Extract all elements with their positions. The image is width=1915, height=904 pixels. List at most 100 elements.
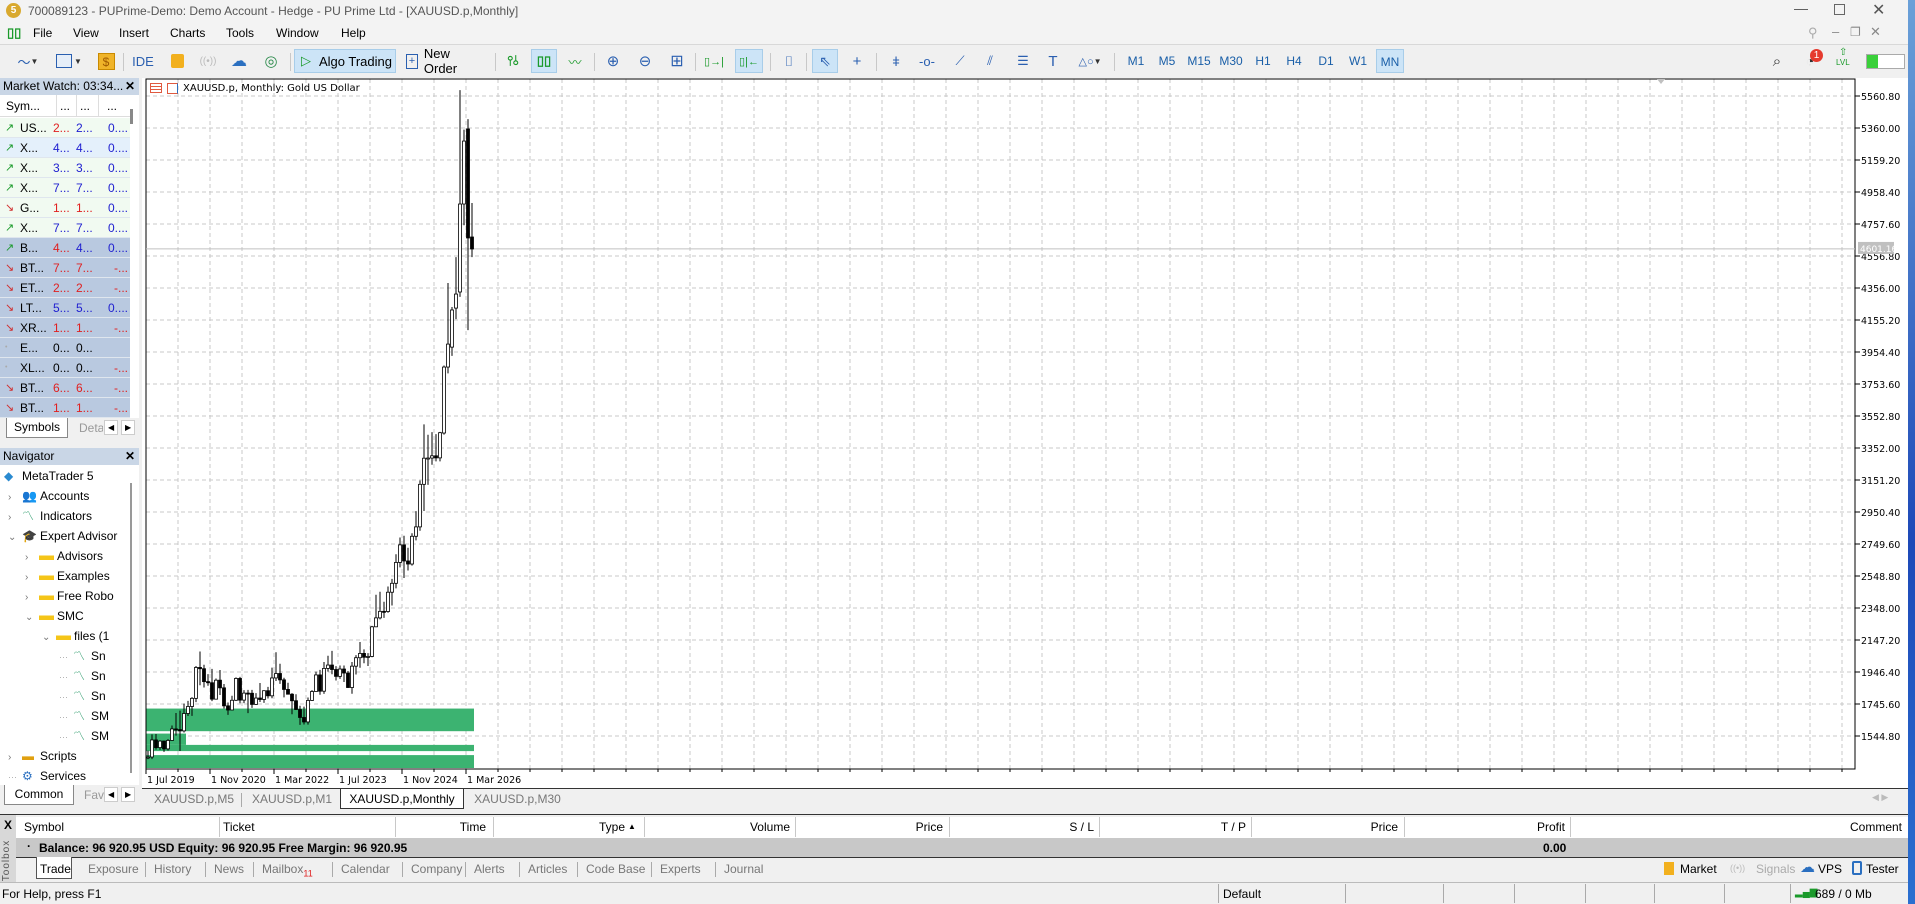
navigator-item[interactable]: ··· 〽 Sn <box>59 666 106 686</box>
navigator-scrollbar[interactable] <box>130 483 132 773</box>
screenshot-button[interactable]: ⌷ <box>777 49 801 73</box>
toolbox-vps-button[interactable]: VPS <box>1818 862 1842 876</box>
market-watch-row[interactable]: ↘ BT... 1... 1... -... <box>0 398 130 418</box>
menu-view[interactable]: View <box>73 26 99 40</box>
column-tp[interactable]: T / P <box>1221 818 1246 836</box>
market-watch-row[interactable]: ↘ LT... 5... 5... 0.... <box>0 298 130 318</box>
navigator-item[interactable]: › 〽 Indicators <box>8 506 92 526</box>
chart-window[interactable]: 5560.80 5360.00 5159.20 4958.40 4757.60 4556.… <box>142 78 1908 788</box>
menu-tools[interactable]: Tools <box>226 26 254 40</box>
timeframe-h4[interactable]: H4 <box>1280 49 1308 73</box>
close-icon[interactable]: ✕ <box>125 78 135 95</box>
chevron-down-icon[interactable]: ⌄ <box>42 628 56 648</box>
toolbox-tab-journal[interactable]: Journal <box>718 859 769 879</box>
toolbox-tab-company[interactable]: Company <box>405 859 468 879</box>
navigator-item[interactable]: ··· 〽 Sn <box>59 646 106 666</box>
timeframe-m15[interactable]: M15 <box>1185 49 1213 73</box>
timeframe-m30[interactable]: M30 <box>1217 49 1245 73</box>
column-divider[interactable] <box>1404 817 1405 837</box>
column-divider[interactable] <box>395 817 396 837</box>
candlestick-chart-button[interactable]: ▯▯ <box>531 49 557 73</box>
maximize-button[interactable] <box>1834 4 1845 15</box>
market-watch-row[interactable]: ↘ ET... 2... 2... -... <box>0 278 130 298</box>
market-watch-row[interactable]: ↗ X... 3... 3... 0.... <box>0 158 130 178</box>
crosshair-button[interactable]: + <box>846 49 868 73</box>
chevron-down-icon[interactable]: ⌄ <box>8 528 22 548</box>
scroll-left-button[interactable]: ◀ <box>104 420 119 435</box>
navigator-item[interactable]: ··· 〽 SM <box>59 726 109 746</box>
chevron-down-icon[interactable]: ⌄ <box>25 608 39 628</box>
horizontal-line-button[interactable]: -o- <box>916 49 938 73</box>
price-chart[interactable]: 5560.805360.005159.204958.404757.604556.… <box>142 78 1908 788</box>
timeframe-h1[interactable]: H1 <box>1249 49 1277 73</box>
navigator-item[interactable]: ··· 〽 Sn <box>59 686 106 706</box>
unpin-icon[interactable]: ⚲ <box>1808 25 1818 41</box>
column-time[interactable]: Time <box>460 818 486 836</box>
column-price-current[interactable]: Price <box>1371 818 1398 836</box>
column-divider[interactable] <box>493 817 494 837</box>
timeframe-mn[interactable]: MN <box>1376 49 1404 73</box>
zoom-in-button[interactable]: ⊕ <box>602 49 624 73</box>
navigator-item[interactable]: ⌄ 🎓 Expert Advisor <box>8 526 117 546</box>
column-profit[interactable]: Profit <box>1537 818 1565 836</box>
market-watch-row[interactable]: ↗ B... 4... 4... 0.... <box>0 238 130 258</box>
scroll-left-button[interactable]: ◀ <box>104 787 119 802</box>
tab-symbols[interactable]: Symbols <box>6 418 68 438</box>
column-divider[interactable] <box>644 817 645 837</box>
tab-favorites[interactable]: Fav <box>84 788 104 802</box>
chevron-right-icon[interactable]: › <box>25 548 39 568</box>
navigator-item[interactable]: ◆ MetaTrader 5 <box>4 466 94 486</box>
chevron-right-icon[interactable]: › <box>25 568 39 588</box>
navigator-item[interactable]: ··· 〽 SM <box>59 706 109 726</box>
toolbox-tab-experts[interactable]: Experts <box>654 859 707 879</box>
toolbox-tester-button[interactable]: Tester <box>1866 862 1899 876</box>
timeframe-m1[interactable]: M1 <box>1122 49 1150 73</box>
child-close-button[interactable]: ✕ <box>1870 24 1881 40</box>
timeframe-m5[interactable]: M5 <box>1153 49 1181 73</box>
vps-button[interactable]: ☁ <box>228 49 250 73</box>
toolbox-tab-trade[interactable]: Trade <box>34 859 77 879</box>
market-watch-row[interactable]: ↗ US... 2... 2... 0.... <box>0 118 130 138</box>
toolbox-tab-history[interactable]: History <box>148 859 197 879</box>
new-order-button[interactable]: + New Order <box>402 46 486 76</box>
market-watch-scrollbar[interactable] <box>130 109 133 124</box>
market-watch-row[interactable]: ↘ BT... 6... 6... -... <box>0 378 130 398</box>
menu-help[interactable]: Help <box>341 26 366 40</box>
shapes-button[interactable]: △○ ▼ <box>1074 49 1106 73</box>
chart-tab[interactable]: XAUUSD.p,M1 <box>246 789 338 809</box>
column-sl[interactable]: S / L <box>1069 818 1094 836</box>
trendline-button[interactable]: ⟋ <box>949 49 971 73</box>
close-button[interactable]: ✕ <box>1872 0 1885 20</box>
fibonacci-button[interactable]: ☰ <box>1012 49 1034 73</box>
vertical-line-button[interactable]: ǂ <box>885 49 907 73</box>
navigator-item[interactable]: › ▬ Scripts <box>8 746 77 766</box>
market-button[interactable] <box>166 49 188 73</box>
market-watch-row[interactable]: ↘ G... 1... 1... 0.... <box>0 198 130 218</box>
minimize-button[interactable]: — <box>1794 0 1808 16</box>
toolbox-tab-mailbox[interactable]: Mailbox11 <box>256 859 319 879</box>
scroll-right-button[interactable]: ▶ <box>121 420 136 435</box>
column-price[interactable]: Price <box>916 818 943 836</box>
chart-template-button[interactable]: ▼ <box>52 49 86 73</box>
market-watch-row[interactable]: ↗ X... 7... 7... 0.... <box>0 178 130 198</box>
tab-common[interactable]: Common <box>4 785 74 805</box>
chart-tab[interactable]: XAUUSD.p,Monthly <box>340 789 464 809</box>
toolbox-tab-alerts[interactable]: Alerts <box>468 859 511 879</box>
timeframe-d1[interactable]: D1 <box>1312 49 1340 73</box>
chart-shift-button[interactable]: ▯|← <box>735 49 763 73</box>
market-watch-row[interactable]: ↘ XR... 1... 1... -... <box>0 318 130 338</box>
market-watch-row[interactable]: ↗ X... 7... 7... 0.... <box>0 218 130 238</box>
new-chart-button[interactable]: 〜 ▼ <box>12 49 44 73</box>
menu-charts[interactable]: Charts <box>170 26 205 40</box>
column-type[interactable]: Type <box>599 818 625 836</box>
chart-tabs-scroll[interactable]: ◀ ▶ <box>1872 792 1888 803</box>
navigator-item[interactable]: ⌄ ▬ SMC <box>25 606 84 626</box>
chevron-right-icon[interactable]: › <box>25 588 39 608</box>
chevron-right-icon[interactable]: › <box>8 488 22 508</box>
algo-trading-button[interactable]: ▷ Algo Trading <box>294 49 396 73</box>
timeframe-w1[interactable]: W1 <box>1344 49 1372 73</box>
bar-chart-button[interactable]: ⫯⫰ <box>502 49 524 73</box>
toolbox-tab-code-base[interactable]: Code Base <box>580 859 651 879</box>
menu-window[interactable]: Window <box>276 26 319 40</box>
toolbox-tab-calendar[interactable]: Calendar <box>335 859 396 879</box>
